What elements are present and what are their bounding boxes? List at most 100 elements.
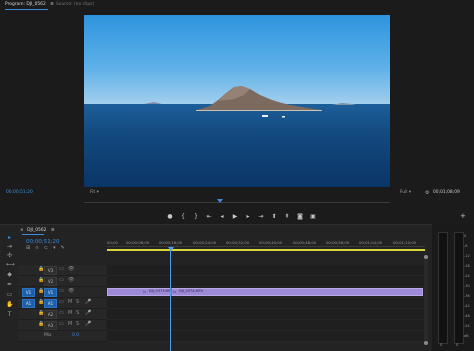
slip-tool-icon[interactable]: ◆ bbox=[6, 271, 13, 278]
close-icon[interactable]: × bbox=[20, 228, 24, 233]
clip-label: DJI_0374.MP4 bbox=[179, 289, 203, 293]
type-tool-icon[interactable]: T bbox=[6, 311, 13, 318]
track-label-a2[interactable]: A2 bbox=[44, 310, 57, 319]
source-patch-v1[interactable]: V1 bbox=[22, 288, 35, 297]
track-lane-v1[interactable]: fx DJI_0373.MP fx DJI_0374.MP4 bbox=[107, 287, 425, 298]
razor-tool-icon[interactable]: ⟷ bbox=[6, 261, 15, 268]
linked-selection-icon[interactable]: ⊂ bbox=[44, 245, 48, 251]
track-lane-a2[interactable] bbox=[107, 309, 425, 320]
go-to-in-icon[interactable]: ⇤ bbox=[205, 212, 213, 220]
play-icon[interactable]: ▶ bbox=[231, 212, 239, 220]
meter-channel-right bbox=[454, 232, 464, 344]
mute-button[interactable]: M bbox=[68, 310, 72, 316]
track-label-v3[interactable]: V3 bbox=[44, 266, 57, 275]
active-tab-underline bbox=[22, 234, 44, 235]
work-area-bar[interactable] bbox=[107, 249, 425, 251]
sync-lock-icon[interactable]: ▭ bbox=[59, 277, 64, 283]
solo-button[interactable]: S bbox=[76, 321, 79, 327]
cut-line bbox=[171, 288, 172, 296]
hand-tool-icon[interactable]: ✋ bbox=[6, 301, 13, 308]
step-forward-icon[interactable]: ▸ bbox=[244, 212, 252, 220]
rectangle-tool-icon[interactable]: ▭ bbox=[6, 291, 13, 298]
meter-tick: 0 bbox=[464, 234, 467, 238]
tab-source[interactable]: Source: (no clips) bbox=[56, 2, 94, 7]
program-timecode[interactable]: 00;00;51;20 bbox=[6, 190, 33, 195]
ruler-label: 00;00 bbox=[107, 240, 118, 245]
marker-icon[interactable]: ● bbox=[166, 212, 174, 220]
scrub-bar[interactable] bbox=[84, 202, 390, 203]
active-tab-underline bbox=[5, 9, 48, 10]
clip[interactable]: fx DJI_0374.MP4 bbox=[173, 288, 233, 296]
go-to-out-icon[interactable]: ⇥ bbox=[257, 212, 265, 220]
mute-button[interactable]: M bbox=[68, 321, 72, 327]
program-monitor: Program: DJI_0562 ≡ Source: (no clips) 0… bbox=[0, 0, 474, 212]
wrench-icon[interactable]: ⚙ bbox=[425, 190, 429, 196]
settings-icon[interactable]: ✎ bbox=[61, 245, 65, 251]
tab-program[interactable]: Program: DJI_0562 ≡ bbox=[5, 2, 54, 7]
scroll-handle-top[interactable] bbox=[424, 255, 428, 259]
solo-button[interactable]: S bbox=[76, 299, 79, 305]
scroll-handle-bottom[interactable] bbox=[424, 341, 428, 345]
ruler-label: 00;00;08;00 bbox=[126, 240, 150, 245]
track-label-v2[interactable]: V2 bbox=[44, 277, 57, 286]
out-point-icon[interactable]: } bbox=[192, 212, 200, 220]
time-ruler[interactable]: 00;00 00;00;08;00 00;00;16;00 00;00;24;0… bbox=[107, 235, 425, 251]
eye-icon[interactable]: 👁 bbox=[68, 288, 74, 294]
in-point-icon[interactable]: { bbox=[179, 212, 187, 220]
extract-icon[interactable]: ⇞ bbox=[283, 212, 291, 220]
step-back-icon[interactable]: ◂ bbox=[218, 212, 226, 220]
track-label-v1[interactable]: V1 bbox=[44, 288, 57, 297]
vertical-scrollbar[interactable] bbox=[424, 255, 428, 345]
sync-lock-icon[interactable]: ▭ bbox=[59, 321, 64, 327]
export-frame-icon[interactable]: ◙ bbox=[296, 212, 304, 220]
track-label-a3[interactable]: A3 bbox=[44, 321, 57, 330]
lift-icon[interactable]: ⬆ bbox=[270, 212, 278, 220]
playhead-line[interactable] bbox=[170, 247, 171, 351]
track-lane-v2[interactable] bbox=[107, 276, 425, 287]
track-lane-mix[interactable] bbox=[107, 331, 425, 342]
mute-button[interactable]: M bbox=[68, 299, 72, 305]
eye-icon[interactable]: 👁 bbox=[68, 277, 74, 283]
sync-lock-icon[interactable]: ▭ bbox=[59, 299, 64, 305]
snap-icon[interactable]: ∩ bbox=[35, 245, 39, 251]
source-patch-a1[interactable]: A1 bbox=[22, 299, 35, 308]
playhead-icon[interactable] bbox=[168, 247, 174, 251]
panel-menu-icon[interactable]: ≡ bbox=[51, 228, 55, 233]
ripple-edit-tool-icon[interactable]: ✣ bbox=[6, 252, 13, 259]
track-header-a1: A1 🔒 A1 ▭ M S 🎤 bbox=[18, 298, 106, 309]
tab-sequence[interactable]: × DJI_0562 ≡ bbox=[20, 228, 55, 233]
add-marker-icon[interactable]: ▾ bbox=[53, 245, 56, 251]
microphone-icon[interactable]: 🎤 bbox=[85, 310, 91, 316]
selection-tool-icon[interactable]: ▸ bbox=[6, 234, 13, 241]
eye-icon[interactable]: 👁 bbox=[68, 266, 74, 272]
microphone-icon[interactable]: 🎤 bbox=[85, 299, 91, 305]
track-label-a1[interactable]: A1 bbox=[44, 299, 57, 308]
playhead-marker-icon[interactable] bbox=[217, 199, 223, 203]
solo-left-button[interactable]: S bbox=[440, 343, 442, 348]
zoom-select[interactable]: Fit ▾ bbox=[90, 190, 99, 195]
button-editor-icon[interactable]: ▣ bbox=[309, 212, 317, 220]
mix-value[interactable]: 0.0 bbox=[72, 333, 79, 338]
timeline-toolbar: ⊞ ∩ ⊂ ▾ ✎ bbox=[26, 245, 65, 251]
track-lane-v3[interactable] bbox=[107, 265, 425, 276]
sync-lock-icon[interactable]: ▭ bbox=[59, 288, 64, 294]
sync-lock-icon[interactable]: ▭ bbox=[59, 266, 64, 272]
resolution-select[interactable]: Full ▾ bbox=[400, 190, 412, 195]
track-header-a3: 🔒 A3 ▭ M S 🎤 bbox=[18, 320, 106, 331]
add-button-icon[interactable]: + bbox=[460, 212, 466, 220]
track-select-tool-icon[interactable]: ⇥ bbox=[6, 243, 13, 250]
microphone-icon[interactable]: 🎤 bbox=[85, 321, 91, 327]
solo-button[interactable]: S bbox=[76, 310, 79, 316]
meter-tick: -18 bbox=[464, 264, 470, 268]
track-lane-a1[interactable] bbox=[107, 298, 425, 309]
pen-tool-icon[interactable]: ✒ bbox=[6, 281, 13, 288]
solo-right-button[interactable]: S bbox=[456, 343, 458, 348]
nest-icon[interactable]: ⊞ bbox=[26, 245, 30, 251]
sync-lock-icon[interactable]: ▭ bbox=[59, 310, 64, 316]
chevron-down-icon: ▾ bbox=[408, 190, 412, 195]
panel-menu-icon[interactable]: ≡ bbox=[50, 2, 54, 7]
track-lane-a3[interactable] bbox=[107, 320, 425, 331]
meter-tick: -12 bbox=[464, 254, 470, 258]
zoom-select-value: Fit bbox=[90, 190, 96, 195]
meter-channel-left bbox=[438, 232, 448, 344]
